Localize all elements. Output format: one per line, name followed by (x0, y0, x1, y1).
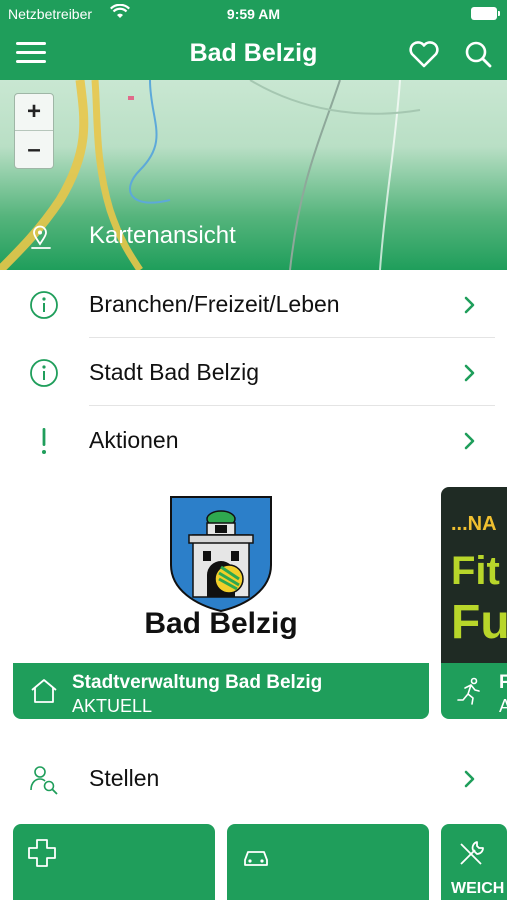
category-tile-services[interactable]: WEICH (441, 824, 507, 900)
top-bar: Netzbetreiber 9:59 AM Bad Belzig (0, 0, 507, 80)
category-tile-health[interactable] (13, 824, 215, 900)
list-item-aktionen[interactable]: Aktionen (0, 406, 507, 474)
map-preview[interactable]: + – Kartenansicht (0, 80, 507, 270)
poster-line-1: ...NA (451, 513, 497, 535)
heart-icon (409, 41, 439, 68)
map-view-label: Kartenansicht (89, 222, 236, 249)
news-card-stadtverwaltung[interactable]: Bad Belzig Stadtverwaltung Bad Belzig AK… (13, 487, 429, 733)
list-item-stellen[interactable]: Stellen (0, 744, 507, 812)
person-search-icon (30, 766, 58, 795)
list-item-label: Stadt Bad Belzig (89, 359, 260, 385)
battery-icon (471, 7, 500, 20)
card-title: Stadtverwaltung Bad Belzig (72, 672, 323, 693)
status-time: 9:59 AM (226, 6, 281, 22)
favorites-button[interactable] (406, 36, 442, 72)
exclamation-icon (42, 428, 46, 454)
poster-line-2: Fit (451, 549, 500, 593)
list-item-label: Stellen (89, 765, 160, 791)
news-card-fitness[interactable]: ...NA Fit Fu F A (441, 487, 507, 733)
logo-text: Bad Belzig (144, 607, 298, 640)
chevron-right-icon (464, 296, 475, 314)
tools-icon (460, 841, 484, 865)
home-icon (31, 679, 57, 703)
info-icon (30, 291, 58, 319)
card-caption: Stadtverwaltung Bad Belzig AKTUELL (13, 663, 429, 719)
poster-image: ...NA Fit Fu (441, 487, 507, 665)
search-icon (465, 41, 492, 68)
poster-line-3: Fu (451, 596, 507, 649)
status-bar: Netzbetreiber 9:59 AM (0, 0, 507, 28)
zoom-in-button[interactable]: + (15, 94, 53, 131)
list-item-branchen[interactable]: Branchen/Freizeit/Leben (0, 270, 507, 338)
runner-icon (457, 677, 480, 705)
category-tile-mobility[interactable] (227, 824, 429, 900)
map-pin-icon (31, 225, 51, 249)
tile-label: WEICH (451, 880, 505, 897)
navigation-bar: Bad Belzig (0, 28, 507, 80)
coat-of-arms-icon (170, 496, 272, 613)
card-subtitle: A (499, 696, 507, 716)
card-subtitle: AKTUELL (72, 696, 153, 716)
card-title: F (499, 672, 507, 693)
coat-of-arms-image: Bad Belzig (111, 487, 331, 665)
chevron-right-icon (464, 770, 475, 788)
list-item-label: Aktionen (89, 427, 179, 453)
info-icon (30, 359, 58, 387)
map-view-link[interactable]: Kartenansicht (0, 210, 507, 266)
car-icon (244, 851, 268, 866)
chevron-right-icon (464, 432, 475, 450)
card-caption: F A (441, 663, 507, 719)
list-item-stadt[interactable]: Stadt Bad Belzig (0, 338, 507, 406)
search-button[interactable] (460, 36, 496, 72)
zoom-out-button[interactable]: – (15, 131, 53, 168)
zoom-control: + – (14, 93, 54, 169)
medical-cross-icon (28, 839, 56, 867)
chevron-right-icon (464, 364, 475, 382)
list-item-label: Branchen/Freizeit/Leben (89, 291, 340, 317)
